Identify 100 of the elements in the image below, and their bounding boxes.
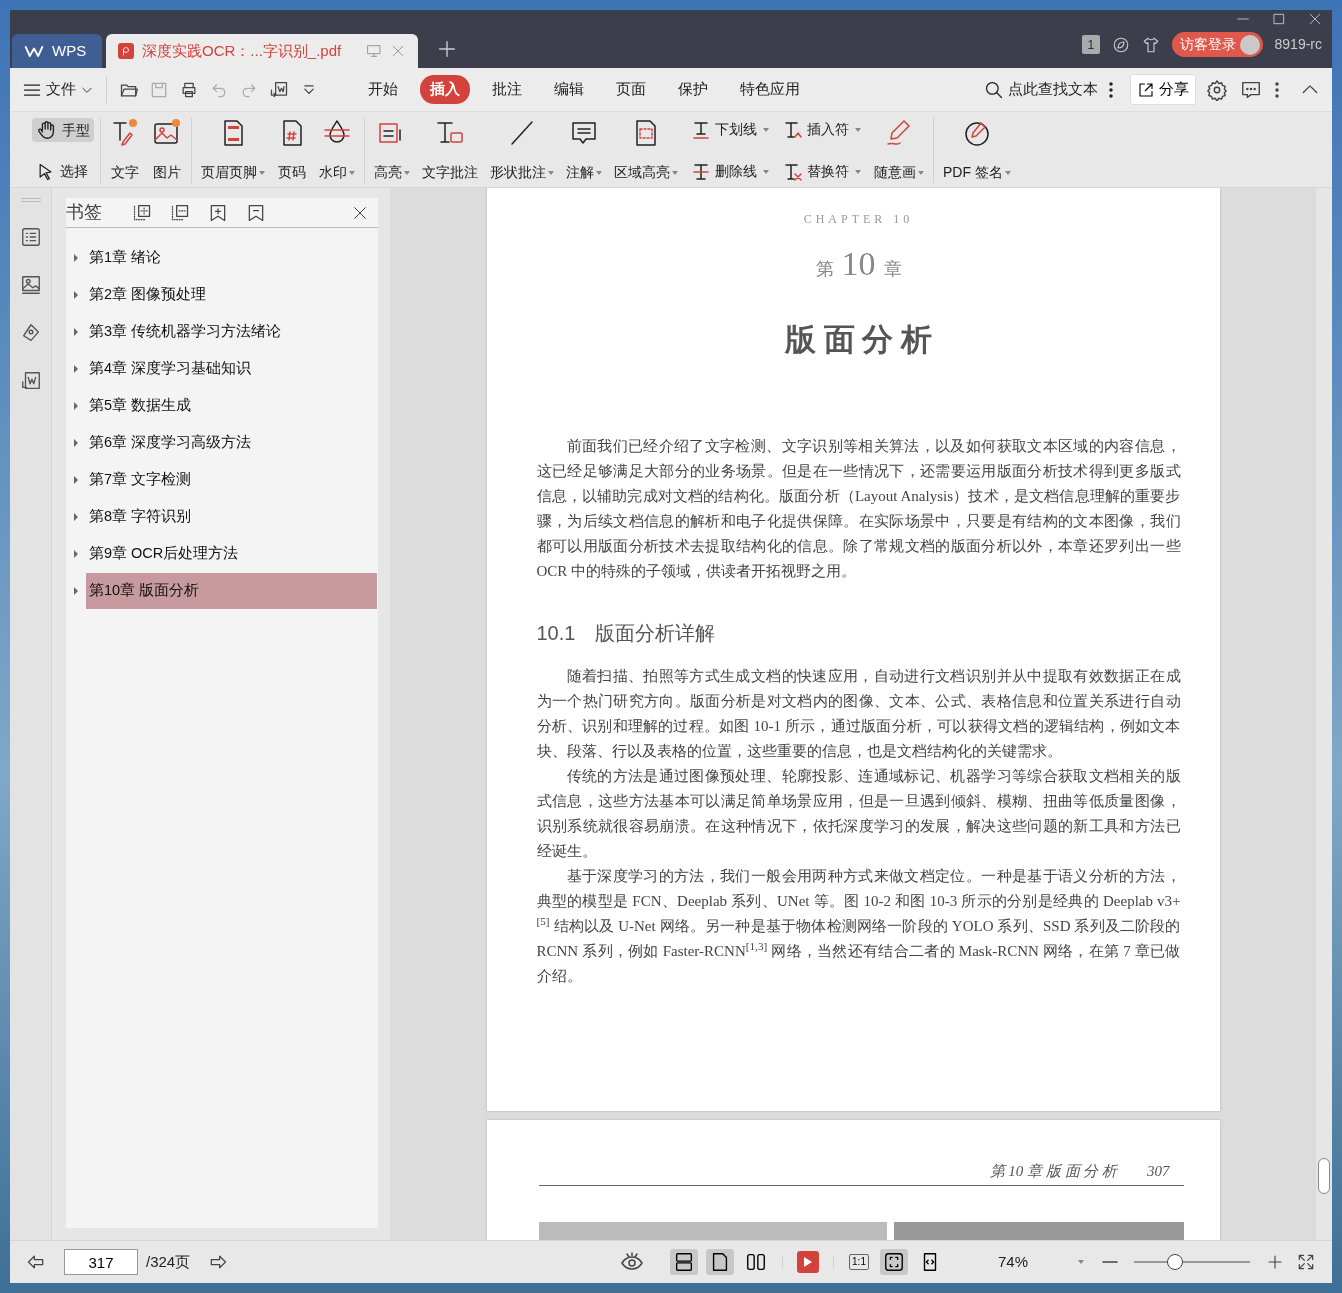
tool-button[interactable]: 图片	[149, 118, 185, 183]
leaf-icon	[1111, 35, 1130, 54]
outline-icon	[19, 226, 42, 248]
paragraph: 随着扫描、拍照等方式生成文档的快速应用，自动进行文档识别并从中提取有效数据正在成为一个热门研究方向。版面分析是对文档内的图像、文本、公式、表格信息和位置关系进行自动分析、识别和理解的过程。如图 10-1 所示，通过版面分析，可以获得文档的逻辑结构，例如文本块、段落、行以及表格的位置，这些重要的信息，也是文档结构化的关键需求。	[536, 666, 1181, 761]
convert-icon	[19, 370, 42, 392]
screen-icon	[366, 43, 382, 59]
bookmark-item[interactable]: 第10章 版面分析	[86, 572, 377, 609]
close-icon	[390, 43, 406, 59]
view-mode-button[interactable]	[670, 1249, 699, 1275]
bookmark-item[interactable]: 第8章 字符识别	[86, 498, 377, 535]
bookmark-item[interactable]: 第5章 数据生成	[86, 387, 377, 424]
insert-mark-icon	[783, 119, 803, 140]
find-text-button[interactable]: 点此查找文本	[982, 76, 1100, 103]
tool-button[interactable]: 注解	[563, 118, 605, 183]
running-head: 第 10 章 版 面 分 析	[989, 1162, 1117, 1181]
expand-arrow-icon[interactable]	[74, 327, 78, 336]
remove-bookmark-icon	[170, 202, 190, 223]
bookmark-plus-icon	[208, 202, 228, 223]
ribbon-tab[interactable]: 开始	[358, 75, 408, 104]
expand-arrow-icon[interactable]	[74, 512, 78, 521]
tool-button[interactable]: PDF 签名	[940, 118, 1014, 183]
section-title: 版面分析详解	[595, 620, 716, 646]
home-tab[interactable]: WPS	[12, 34, 102, 68]
expand-arrow-icon[interactable]	[74, 253, 78, 262]
add-bookmark-icon	[132, 202, 152, 223]
paragraph: 传统的方法是通过图像预处理、轮廓投影、连通域标记、机器学习等综合获取文档相关的版式信息，这些方法基本可以满足简单场景应用，但是一旦遇到倾斜、模糊、扭曲等低质量图像，识别系统就很容易崩溃。在这种情况下，依托深度学习的发展，解决这些问题的新工具和方法已经诞生。	[536, 766, 1181, 861]
expand-arrow-icon[interactable]	[74, 401, 78, 410]
chapter-prefix: 第	[815, 258, 834, 281]
expand-arrow-icon[interactable]	[74, 475, 78, 484]
more-icon	[1108, 80, 1114, 99]
bookmark-item[interactable]: 第2章 图像预处理	[86, 276, 377, 313]
page-total: /324页	[146, 1251, 191, 1272]
tool-button[interactable]: 页码	[274, 118, 310, 183]
expand-arrow-icon[interactable]	[74, 290, 78, 299]
view-mode-button[interactable]	[706, 1249, 735, 1275]
tool-button[interactable]: 水印	[316, 118, 358, 183]
strikethrough-icon	[691, 161, 711, 182]
tool-button[interactable]: 高亮	[371, 118, 413, 183]
count-badge: 1	[1082, 34, 1100, 55]
page-number-field[interactable]: 317	[64, 1249, 138, 1275]
zoom-out-button[interactable]	[1100, 1258, 1120, 1266]
tool-button[interactable]: 文字批注	[419, 118, 481, 183]
tool-button[interactable]: 页眉页脚	[198, 118, 268, 183]
tool-button[interactable]: 删除线	[687, 160, 773, 183]
bookmark-icon	[246, 202, 266, 223]
slider-thumb[interactable]	[1166, 1254, 1183, 1270]
plus-icon	[436, 38, 458, 60]
bookmark-item[interactable]: 第1章 绪论	[86, 239, 377, 276]
ribbon-tab[interactable]: 页面	[606, 75, 656, 104]
minus-icon	[1102, 1260, 1118, 1264]
tool-button[interactable]: 随意画	[871, 118, 927, 183]
ribbon-tab[interactable]: 保护	[668, 75, 718, 104]
scrollbar-thumb[interactable]	[1318, 1158, 1330, 1194]
caret-icon[interactable]	[1078, 1260, 1084, 1264]
share-button[interactable]: 分享	[1130, 74, 1196, 105]
tool-button[interactable]: 插入符	[779, 118, 865, 141]
settings-icon	[1206, 78, 1228, 101]
chapter-number: 10	[841, 244, 876, 284]
fullscreen-icon	[1296, 1252, 1316, 1272]
shirt-icon	[1141, 35, 1160, 54]
file-menu[interactable]: 文件	[20, 76, 96, 103]
fit-mode-button[interactable]	[879, 1249, 908, 1275]
expand-arrow-icon[interactable]	[74, 438, 78, 447]
expand-arrow-icon[interactable]	[74, 364, 78, 373]
bookmark-item[interactable]: 第9章 OCR后处理方法	[86, 535, 377, 572]
login-button[interactable]: 访客登录	[1171, 32, 1263, 57]
paragraph: 前面我们已经介绍了文字检测、文字识别等相关算法，以及如何获取文本区域的内容信息，这已经足够满足大部分的业务场景。但是在一些情况下，还需要运用版面分析技术得到更多版式信息，以辅助完成对文档的结构化。版面分析（Layout Analysis）技术，是文档信息理解的重要步骤，为后续文档信息的解析和电子化提供保障。在实际场景中，只要是有结构的文本图像，我们都可以用版面分析技术去提取结构化的信息。除了常规文档的版面分析以外，本章还罗列出一些 OCR 中的特殊的子领域，供读者开拓视野之用。	[536, 436, 1181, 581]
tool-button[interactable]: 选择	[32, 160, 94, 183]
underline-icon	[691, 119, 711, 140]
bookmark-item[interactable]: 第3章 传统机器学习方法绪论	[86, 313, 377, 350]
paragraph: 基于深度学习的方法，我们一般会用两种方式来做文档定位。一种是基于语义分析的方法，典型的模型是 FCN、Deeplab 系列、UNet 等。图 10-2 和图 10-3 所示的分别是经典的 Deeplab v3+$^{[5]}$ 结构以及 U-Net 网络。另一种是基于物体检测网络一阶段的 YOLO 系列、SSD 系列及二阶段的 RCNN 系列，例如 Faster-RCNN$^{[1,3]}$ 网络，当然还有结合二者的 Mask-RCNN 网络，在第 7 章已做介绍。	[536, 866, 1181, 986]
expand-arrow-icon[interactable]	[74, 549, 78, 558]
expand-arrow-icon[interactable]	[74, 586, 78, 595]
tool-button[interactable]: 区域高亮	[611, 118, 681, 183]
tool-button[interactable]: 下划线	[687, 118, 773, 141]
wps-logo-icon	[24, 43, 44, 59]
page-number: 307	[1147, 1162, 1170, 1181]
tool-button[interactable]: 替换符	[779, 160, 865, 183]
actual-size-button[interactable]: 1:1	[846, 1252, 872, 1272]
ribbon-tab[interactable]: 插入	[420, 75, 470, 104]
search-icon	[984, 79, 1004, 100]
bookmark-item[interactable]: 第6章 深度学习高级方法	[86, 424, 377, 461]
bookmark-item[interactable]: 第7章 文字检测	[86, 461, 377, 498]
bookmark-item[interactable]: 第4章 深度学习基础知识	[86, 350, 377, 387]
ribbon-tab[interactable]: 编辑	[544, 75, 594, 104]
maximize-icon	[1272, 12, 1286, 26]
image-icon	[19, 274, 42, 296]
ribbon-tab[interactable]: 特色应用	[730, 75, 810, 104]
avatar-icon	[1239, 34, 1260, 55]
panel-title: 书签	[66, 201, 102, 224]
close-icon	[352, 204, 368, 221]
two-page-icon	[745, 1251, 768, 1273]
document-tab[interactable]: 深度实践OCR：...字识别_.pdf	[106, 34, 418, 68]
tool-button[interactable]: 手型	[32, 118, 94, 142]
close-icon	[1308, 12, 1322, 26]
tool-button[interactable]: 文字	[107, 118, 143, 183]
tool-button[interactable]: 形状批注	[487, 118, 557, 183]
ribbon-tab[interactable]: 批注	[482, 75, 532, 104]
text-tool-icon	[110, 118, 140, 148]
share-icon	[1137, 80, 1155, 99]
